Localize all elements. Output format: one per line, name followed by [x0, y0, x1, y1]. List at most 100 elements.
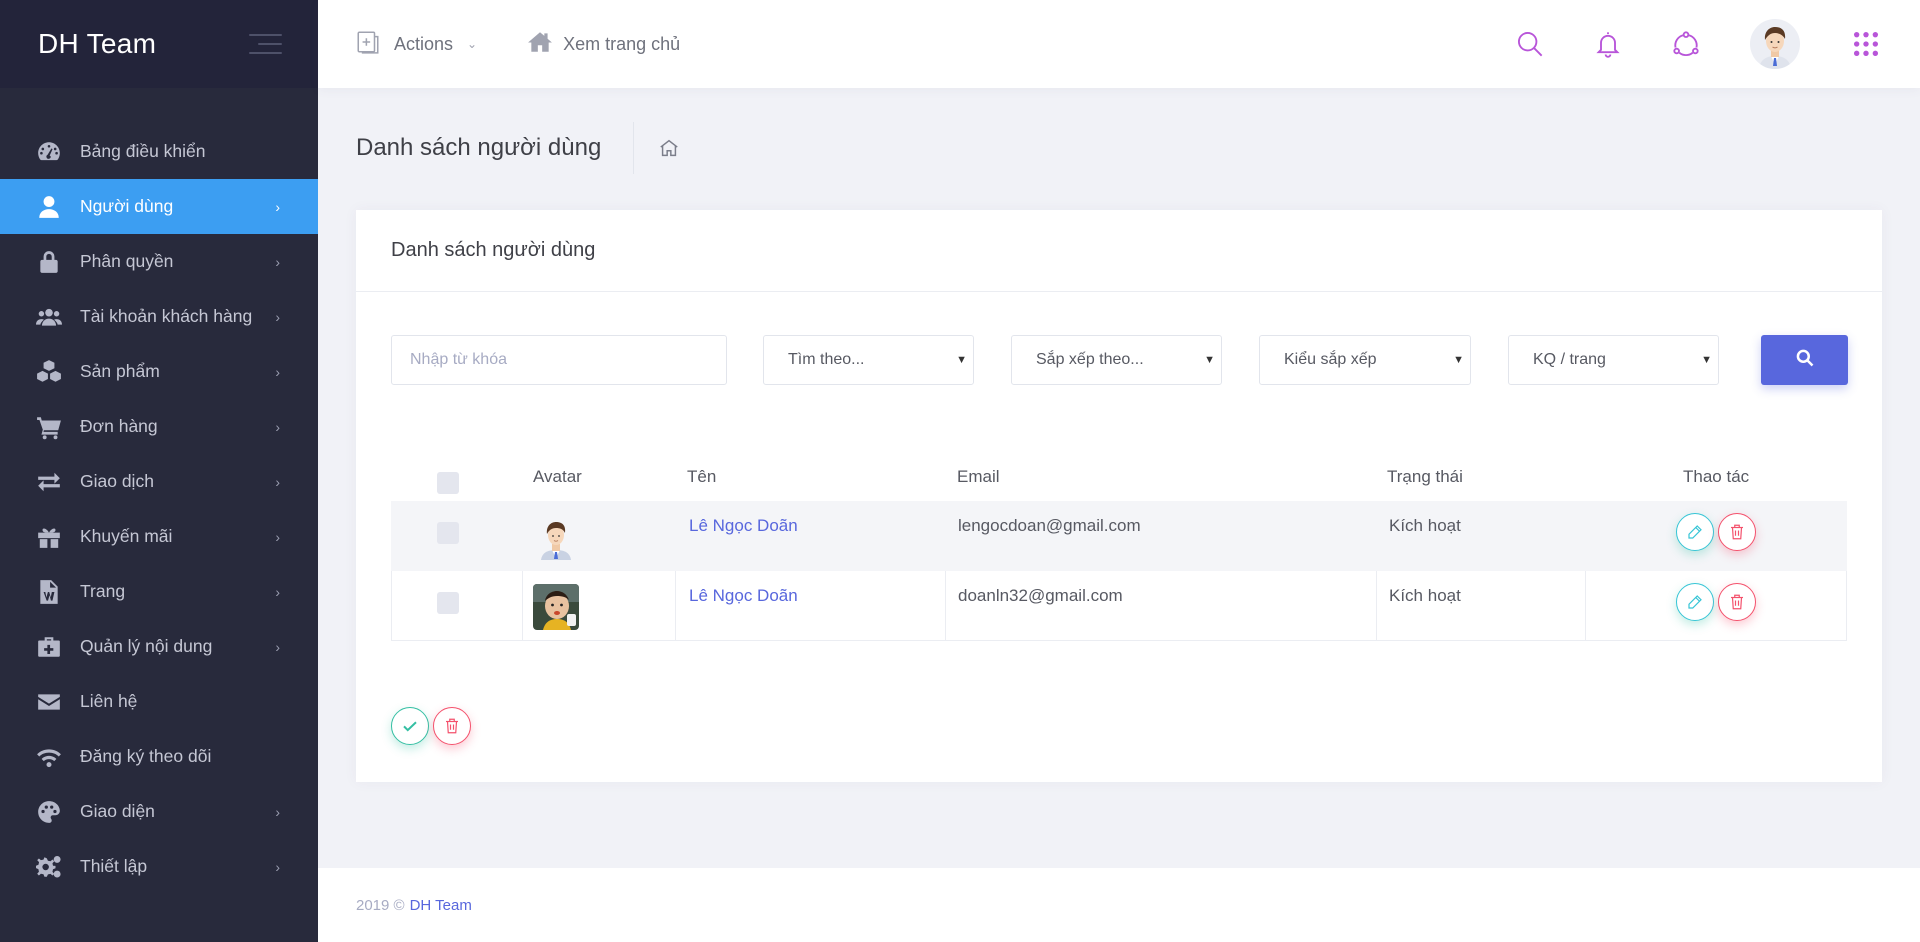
dashboard-icon [36, 139, 62, 165]
row-email: doanln32@gmail.com [958, 586, 1123, 605]
delete-button[interactable] [1718, 513, 1756, 551]
header-status: Trạng thái [1387, 467, 1463, 486]
sidebar-menu: Bảng điều khiển Người dùng › Phân quyền … [0, 124, 318, 894]
subheader: Danh sách người dùng [356, 122, 680, 174]
sync-icon[interactable] [1672, 30, 1700, 58]
sidebar-item-label: Liên hệ [80, 691, 138, 711]
sidebar-item-subscriptions[interactable]: Đăng ký theo dõi [0, 729, 318, 784]
sidebar-item-appearance[interactable]: Giao diện › [0, 784, 318, 839]
table-row: Lê Ngọc Doãn lengocdoan@gmail.com Kích h… [391, 501, 1847, 571]
home-icon [527, 29, 553, 60]
sidebar-item-content-management[interactable]: Quản lý nội dung › [0, 619, 318, 674]
sidebar-item-dashboard[interactable]: Bảng điều khiển [0, 124, 318, 179]
sort-type-value: Kiểu sắp xếp [1284, 351, 1377, 368]
header-actions: Thao tác [1683, 467, 1750, 486]
row-email: lengocdoan@gmail.com [958, 516, 1141, 535]
search-by-select[interactable]: Tìm theo... ▼ [763, 335, 974, 385]
sidebar-item-label: Giao dịch [80, 471, 154, 491]
row-name-link[interactable]: Lê Ngọc Doãn [689, 516, 798, 536]
sidebar-item-label: Thiết lập [80, 856, 148, 876]
user-avatar[interactable] [1750, 19, 1800, 69]
sidebar-toggle-icon[interactable] [249, 34, 282, 54]
bulk-delete-button[interactable] [433, 707, 471, 745]
search-by-value: Tìm theo... [788, 351, 865, 368]
edit-button[interactable] [1676, 513, 1714, 551]
sidebar-item-promotions[interactable]: Khuyến mãi › [0, 509, 318, 564]
caret-down-icon: ▼ [1701, 354, 1712, 366]
sort-by-select[interactable]: Sắp xếp theo... ▼ [1011, 335, 1222, 385]
actions-dropdown[interactable]: Actions ⌄ [355, 29, 477, 60]
caret-down-icon: ▼ [1204, 354, 1215, 366]
sidebar-item-users[interactable]: Người dùng › [0, 179, 318, 234]
chevron-right-icon: › [275, 308, 280, 325]
user-icon [36, 194, 62, 220]
cubes-icon [36, 359, 62, 385]
sidebar-item-products[interactable]: Sản phẩm › [0, 344, 318, 399]
delete-button[interactable] [1718, 583, 1756, 621]
header-avatar: Avatar [533, 467, 582, 486]
row-checkbox[interactable] [437, 592, 459, 614]
sidebar-item-orders[interactable]: Đơn hàng › [0, 399, 318, 454]
apps-grid-icon[interactable] [1852, 30, 1880, 58]
row-checkbox[interactable] [437, 522, 459, 544]
bell-icon[interactable] [1594, 30, 1622, 58]
sort-type-select[interactable]: Kiểu sắp xếp ▼ [1259, 335, 1471, 385]
word-file-icon [36, 579, 62, 605]
sidebar-item-customer-accounts[interactable]: Tài khoản khách hàng › [0, 289, 318, 344]
row-avatar [533, 584, 579, 630]
chevron-right-icon: › [275, 473, 280, 490]
bulk-activate-button[interactable] [391, 707, 429, 745]
footer: 2019 © DH Team [318, 868, 1920, 942]
sidebar-item-pages[interactable]: Trang › [0, 564, 318, 619]
per-page-select[interactable]: KQ / trang ▼ [1508, 335, 1719, 385]
edit-button[interactable] [1676, 583, 1714, 621]
footer-brand-link[interactable]: DH Team [410, 897, 472, 914]
palette-icon [36, 799, 62, 825]
caret-down-icon: ▼ [1453, 354, 1464, 366]
chevron-right-icon: › [275, 528, 280, 545]
sidebar-item-label: Bảng điều khiển [80, 141, 206, 161]
wifi-icon [36, 744, 62, 770]
view-homepage-link[interactable]: Xem trang chủ [527, 29, 680, 60]
users-table: Avatar Tên Email Trạng thái Thao tác Lê … [391, 455, 1847, 641]
sidebar-item-label: Người dùng [80, 196, 174, 216]
filter-bar: Tìm theo... ▼ Sắp xếp theo... ▼ Kiểu sắp… [391, 335, 1848, 385]
header-name: Tên [687, 467, 717, 486]
chevron-right-icon: › [275, 253, 280, 270]
sidebar-item-settings[interactable]: Thiết lập › [0, 839, 318, 894]
footer-copyright: 2019 © [356, 896, 405, 914]
cart-icon [36, 414, 62, 440]
keyword-input[interactable] [391, 335, 727, 385]
sidebar-item-label: Sản phẩm [80, 361, 160, 381]
envelope-icon [36, 689, 62, 715]
exchange-icon [36, 469, 62, 495]
brand-title[interactable]: DH Team [38, 28, 156, 60]
portlet-header: Danh sách người dùng [356, 210, 1882, 292]
gears-icon [36, 854, 62, 880]
row-status: Kích hoạt [1389, 516, 1461, 535]
sidebar-item-label: Khuyến mãi [80, 526, 173, 546]
portlet-title: Danh sách người dùng [391, 239, 596, 261]
sidebar-item-permissions[interactable]: Phân quyền › [0, 234, 318, 289]
sidebar-item-transactions[interactable]: Giao dịch › [0, 454, 318, 509]
sort-by-value: Sắp xếp theo... [1036, 351, 1144, 368]
medkit-icon [36, 634, 62, 660]
brand-bar: DH Team [0, 0, 318, 88]
view-homepage-label: Xem trang chủ [563, 33, 681, 54]
gift-icon [36, 524, 62, 550]
search-icon[interactable] [1516, 30, 1544, 58]
sidebar: DH Team Bảng điều khiển Người dùng › Phâ… [0, 0, 318, 942]
caret-down-icon: ▼ [956, 354, 967, 366]
sidebar-item-contact[interactable]: Liên hệ [0, 674, 318, 729]
topbar: Actions ⌄ Xem trang chủ [318, 0, 1920, 88]
select-all-checkbox[interactable] [437, 472, 459, 494]
page-title: Danh sách người dùng [356, 122, 635, 174]
search-button[interactable] [1761, 335, 1848, 385]
breadcrumb-home-icon[interactable] [658, 137, 680, 159]
row-name-link[interactable]: Lê Ngọc Doãn [689, 586, 798, 606]
sidebar-item-label: Trang [80, 581, 126, 601]
header-email: Email [957, 467, 1000, 486]
sidebar-item-label: Phân quyền [80, 251, 174, 271]
per-page-value: KQ / trang [1533, 351, 1606, 368]
chevron-right-icon: › [275, 418, 280, 435]
